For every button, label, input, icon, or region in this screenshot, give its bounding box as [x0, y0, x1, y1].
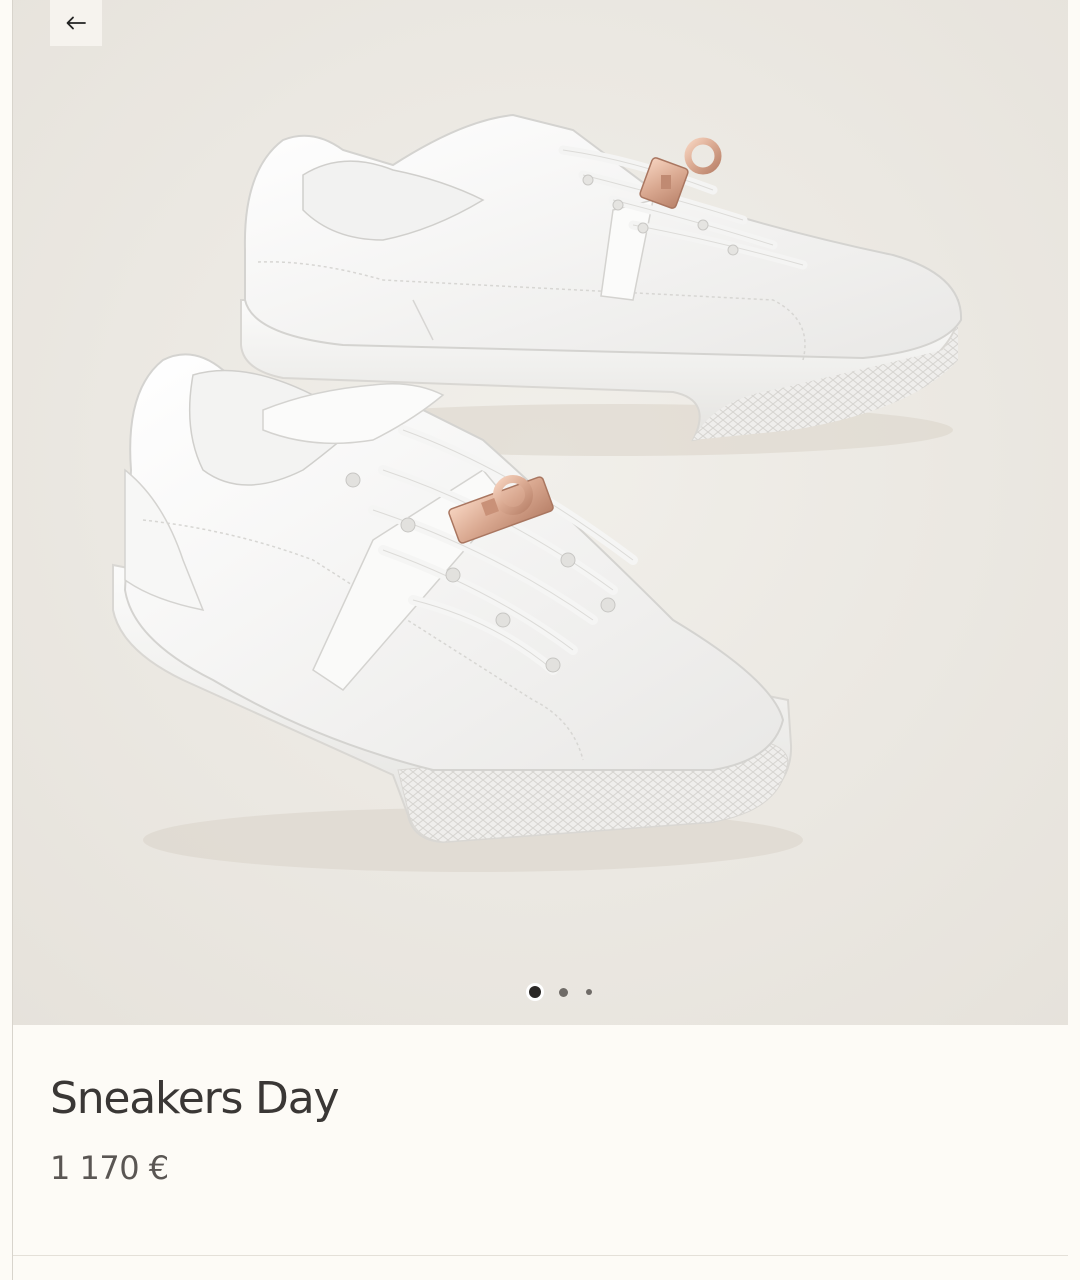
arrow-left-icon [66, 16, 86, 30]
product-page: Sneakers Day 1 170 € [0, 0, 1080, 1280]
carousel-dot-1[interactable] [529, 986, 541, 998]
product-image-gallery[interactable] [13, 0, 1068, 1025]
product-photo [13, 0, 1068, 1025]
bottom-divider [13, 1255, 1068, 1256]
carousel-dot-2[interactable] [559, 987, 568, 997]
product-title: Sneakers Day [50, 1073, 340, 1124]
product-info: Sneakers Day 1 170 € [13, 1025, 1068, 1255]
product-price: 1 170 € [50, 1149, 169, 1187]
carousel-dot-3[interactable] [586, 989, 592, 995]
back-button[interactable] [50, 0, 102, 46]
carousel-pagination [13, 986, 1068, 998]
